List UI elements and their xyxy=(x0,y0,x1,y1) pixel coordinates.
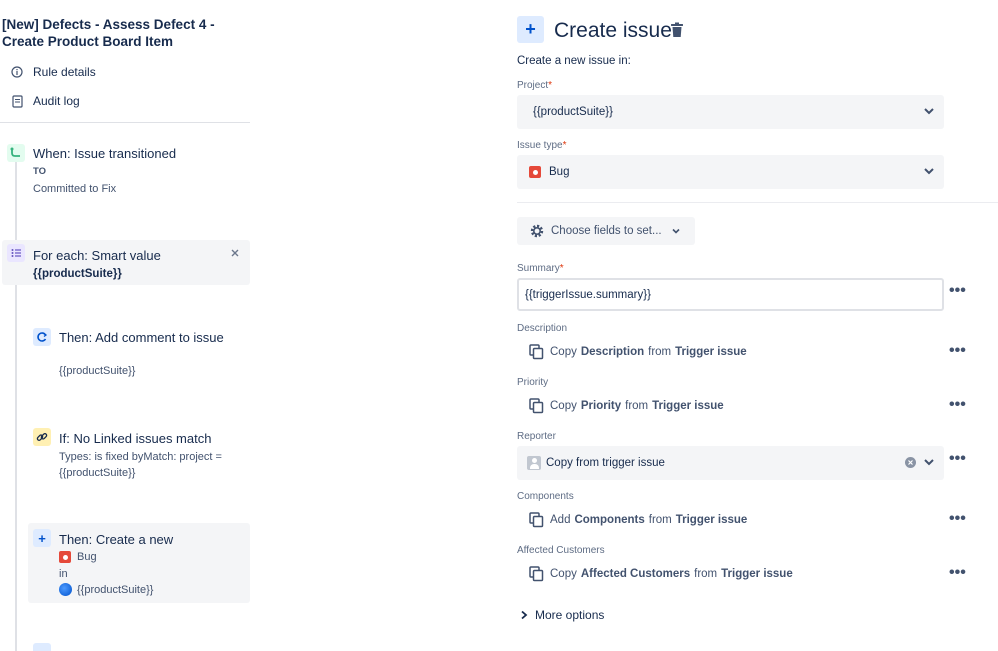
comment-action-value: {{productSuite}} xyxy=(59,365,136,377)
clear-icon[interactable] xyxy=(905,457,916,468)
add-icon: + xyxy=(517,16,544,43)
audit-log-label: Audit log xyxy=(33,94,80,108)
affected-customers-label: Affected Customers xyxy=(517,545,605,556)
rule-title: [New] Defects - Assess Defect 4 - Create… xyxy=(2,17,215,49)
copy-icon xyxy=(529,566,544,582)
summary-input[interactable]: {{triggerIssue.summary}} xyxy=(517,278,944,311)
copy-icon xyxy=(529,344,544,360)
project-label: Project* xyxy=(517,80,553,91)
audit-log-link[interactable]: Audit log xyxy=(10,92,80,110)
description-more-icon[interactable]: ••• xyxy=(949,343,969,359)
gear-icon xyxy=(530,224,544,238)
comment-action-icon xyxy=(33,328,51,346)
next-step-icon xyxy=(33,643,51,651)
affected-customers-field: Affected Customers xyxy=(580,568,691,580)
affected-customers-source: Trigger issue xyxy=(721,568,793,580)
priority-verb: Copy xyxy=(550,400,577,412)
branch-icon xyxy=(7,244,25,262)
description-source: Trigger issue xyxy=(675,346,747,358)
affected-customers-more-icon[interactable]: ••• xyxy=(949,565,969,581)
trigger-to-label: TO xyxy=(33,166,47,177)
chevron-down-icon xyxy=(924,108,934,115)
user-avatar-icon xyxy=(527,456,541,470)
description-copy-row[interactable]: Copy Description from Trigger issue xyxy=(529,342,751,362)
comment-action-title[interactable]: Then: Add comment to issue xyxy=(59,329,229,346)
components-from: from xyxy=(648,514,672,526)
components-field: Components xyxy=(574,514,645,526)
page-title: Create issue xyxy=(554,19,672,42)
description-verb: Copy xyxy=(550,346,577,358)
summary-label: Summary* xyxy=(517,263,564,274)
reporter-value: Copy from trigger issue xyxy=(546,457,665,469)
project-avatar-icon xyxy=(59,583,72,596)
create-action-type: Bug xyxy=(77,551,97,563)
info-icon xyxy=(10,65,24,79)
bug-icon xyxy=(529,166,541,178)
section-divider xyxy=(517,202,998,203)
chevron-down-icon xyxy=(924,168,934,175)
link-icon xyxy=(33,428,51,446)
intro-text: Create a new issue in: xyxy=(517,55,631,67)
affected-customers-from: from xyxy=(694,568,718,580)
reporter-select[interactable]: Copy from trigger issue xyxy=(517,446,944,480)
copy-icon xyxy=(529,512,544,528)
rule-details-label: Rule details xyxy=(33,65,96,79)
document-icon xyxy=(10,94,24,108)
flow-connector-line xyxy=(15,162,17,651)
choose-fields-button[interactable]: Choose fields to set... xyxy=(517,217,695,245)
choose-fields-label: Choose fields to set... xyxy=(551,225,662,237)
issuetype-label: Issue type* xyxy=(517,140,567,151)
summary-more-icon[interactable]: ••• xyxy=(949,283,969,299)
priority-copy-row[interactable]: Copy Priority from Trigger issue xyxy=(529,396,728,416)
branch-title: For each: Smart value xyxy=(33,248,161,263)
priority-source: Trigger issue xyxy=(652,400,724,412)
components-copy-row[interactable]: Add Components from Trigger issue xyxy=(529,510,751,530)
condition-title[interactable]: If: No Linked issues match xyxy=(59,430,211,447)
trigger-icon xyxy=(7,144,25,162)
project-select[interactable]: {{productSuite}} xyxy=(517,95,944,129)
issuetype-value: Bug xyxy=(549,166,570,178)
chevron-down-icon xyxy=(672,228,680,234)
create-action-in: in xyxy=(59,568,68,580)
reporter-more-icon[interactable]: ••• xyxy=(949,451,969,467)
description-field: Description xyxy=(580,346,645,358)
reporter-label: Reporter xyxy=(517,431,556,442)
create-issue-panel: + Create issue Create a new issue in: Pr… xyxy=(510,0,998,651)
components-verb: Add xyxy=(550,514,571,526)
affected-customers-copy-row[interactable]: Copy Affected Customers from Trigger iss… xyxy=(529,564,797,584)
chevron-down-icon xyxy=(924,459,934,466)
issuetype-select[interactable]: Bug xyxy=(517,155,944,189)
create-action-title: Then: Create a new xyxy=(59,532,174,547)
trigger-to-value: Committed to Fix xyxy=(33,183,117,195)
priority-from: from xyxy=(625,400,649,412)
bug-icon xyxy=(59,551,71,563)
description-label: Description xyxy=(517,323,568,334)
condition-detail: Types: is fixed byMatch: project = {{pro… xyxy=(59,451,222,479)
components-more-icon[interactable]: ••• xyxy=(949,511,969,527)
affected-customers-verb: Copy xyxy=(550,568,577,580)
plus-icon: + xyxy=(33,529,51,547)
branch-value: {{productSuite}} xyxy=(33,268,122,280)
sidebar-divider xyxy=(0,122,250,123)
close-icon[interactable] xyxy=(229,246,241,258)
priority-field: Priority xyxy=(580,400,622,412)
priority-more-icon[interactable]: ••• xyxy=(949,397,969,413)
project-value: {{productSuite}} xyxy=(533,106,613,118)
rule-sidebar: [New] Defects - Assess Defect 4 - Create… xyxy=(0,0,252,651)
rule-details-link[interactable]: Rule details xyxy=(10,63,96,81)
description-from: from xyxy=(648,346,672,358)
priority-label: Priority xyxy=(517,377,549,388)
create-action-project: {{productSuite}} xyxy=(77,584,154,596)
trigger-title[interactable]: When: Issue transitioned xyxy=(33,145,176,162)
copy-icon xyxy=(529,398,544,414)
chevron-right-icon xyxy=(521,610,528,620)
more-options-toggle[interactable]: More options xyxy=(519,608,604,622)
more-options-label: More options xyxy=(535,608,605,622)
trash-icon[interactable] xyxy=(670,22,686,38)
components-label: Components xyxy=(517,491,574,502)
components-source: Trigger issue xyxy=(675,514,748,526)
